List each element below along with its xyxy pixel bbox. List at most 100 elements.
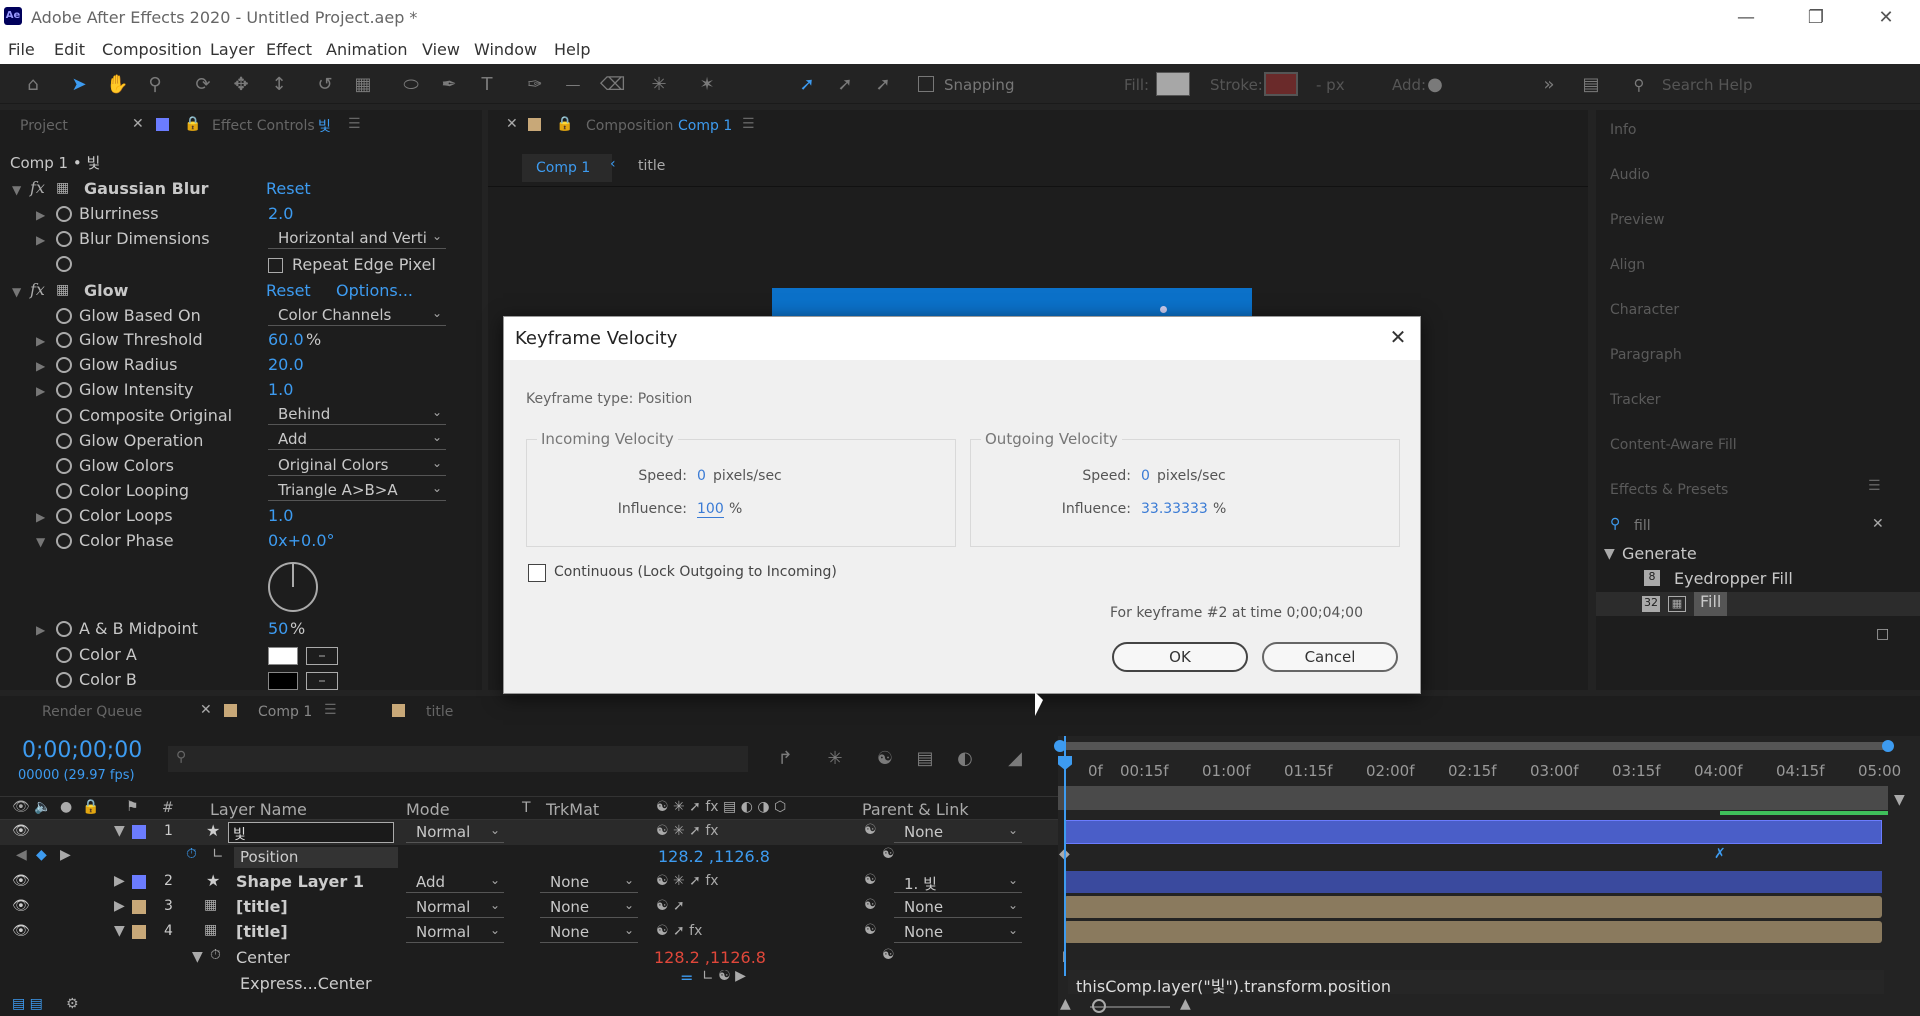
layer-switches-icon[interactable]: ☯ ✳ ➚ fx — [656, 823, 719, 839]
column-parent-link[interactable]: Parent & Link — [862, 800, 969, 819]
layer-switches-icon[interactable]: ☯ ➚ — [656, 898, 685, 914]
stopwatch-icon[interactable] — [56, 256, 72, 272]
value-glow-intensity[interactable]: 1.0 — [268, 380, 293, 404]
stopwatch-icon[interactable] — [56, 672, 72, 688]
layer-row-3[interactable]: 👁 ▶ 3 ▦ [title] Normal ⌄ None ⌄ ☯ ➚ ☯ None… — [0, 895, 1058, 920]
expression-pickwhip-icon[interactable]: ☯ — [882, 846, 895, 862]
layer-name-edit[interactable]: 빛 — [228, 822, 394, 843]
collapse-twirl-icon[interactable]: ▼ — [114, 923, 125, 939]
add-dropdown-icon[interactable]: ● — [1424, 74, 1446, 96]
parent-dropdown[interactable]: None ⌄ — [894, 898, 1022, 918]
dropdown-glow-based-on[interactable]: Color Channels ⌄ — [268, 306, 446, 326]
mode-dropdown[interactable]: Normal ⌄ — [406, 898, 504, 918]
stopwatch-icon[interactable]: ⏱ — [210, 947, 221, 963]
trkmat-dropdown[interactable]: None ⌄ — [540, 898, 638, 918]
center-value[interactable]: 128.2 ,1126.8 — [654, 948, 766, 967]
effects-search-input[interactable]: fill — [1634, 518, 1651, 534]
collapse-twirl-icon[interactable]: ▼ — [114, 823, 125, 839]
zoom-out-icon[interactable]: ▲ — [1060, 996, 1071, 1012]
anchor-point[interactable] — [1160, 306, 1167, 313]
tab-close-icon[interactable]: ✕ — [132, 116, 144, 132]
dropdown-composite-original[interactable]: Behind ⌄ — [268, 405, 446, 425]
cancel-button[interactable]: Cancel — [1262, 642, 1398, 672]
panel-preview[interactable]: Preview — [1596, 200, 1906, 244]
frame-blending-icon[interactable]: ▤ — [914, 748, 936, 770]
stopwatch-icon[interactable] — [56, 206, 72, 222]
layer-label-color[interactable] — [132, 825, 146, 839]
layer-name[interactable]: Shape Layer 1 — [236, 872, 364, 891]
new-folder-icon[interactable]: □ — [1876, 626, 1889, 642]
stopwatch-icon[interactable] — [56, 533, 72, 549]
current-timecode[interactable]: 0;00;00;00 — [22, 738, 142, 763]
mode-dropdown[interactable]: Normal ⌄ — [406, 823, 504, 843]
expand-twirl-icon[interactable]: ▶ — [36, 359, 45, 373]
add-keyframe-icon[interactable]: ◆ — [36, 847, 47, 863]
lock-icon[interactable]: 🔒 — [184, 116, 201, 132]
stopwatch-icon[interactable] — [56, 408, 72, 424]
eye-icon[interactable]: 👁 — [12, 873, 30, 889]
color-b-swatch[interactable] — [268, 672, 298, 690]
parent-dropdown[interactable]: None ⌄ — [894, 823, 1022, 843]
panel-tracker[interactable]: Tracker — [1596, 380, 1906, 424]
options-glow[interactable]: Options... — [336, 281, 413, 305]
value-color-loops[interactable]: 1.0 — [268, 506, 293, 530]
puppet-tool-icon[interactable]: ✶ — [696, 74, 718, 96]
expression-pickwhip-icon[interactable]: ☯ — [882, 947, 895, 963]
column-mode[interactable]: Mode — [406, 800, 450, 819]
snapping-checkbox[interactable] — [918, 76, 934, 92]
panel-paragraph[interactable]: Paragraph — [1596, 335, 1906, 379]
eye-icon[interactable]: 👁 — [12, 923, 30, 939]
tab-effect-controls[interactable]: Effect Controls — [212, 118, 315, 134]
outgoing-influence-value[interactable]: 33.33333 — [1141, 501, 1208, 517]
layer-label-color[interactable] — [132, 875, 146, 889]
tab-close-icon[interactable]: ✕ — [200, 702, 212, 718]
collapse-twirl-icon[interactable]: ▼ — [1604, 546, 1615, 562]
playhead-line[interactable] — [1064, 736, 1066, 976]
collapse-twirl-icon[interactable]: ▼ — [12, 285, 21, 299]
prev-keyframe-icon[interactable]: ◀ — [16, 847, 27, 863]
preset-item-eyedropper-fill[interactable]: Eyedropper Fill — [1674, 569, 1793, 593]
trkmat-dropdown[interactable]: None ⌄ — [540, 873, 638, 893]
graph-editor-icon[interactable]: ◢ — [1004, 748, 1026, 770]
close-icon[interactable]: ✕ — [1866, 4, 1906, 32]
stopwatch-icon[interactable] — [56, 382, 72, 398]
restore-icon[interactable]: ❐ — [1796, 4, 1836, 32]
stopwatch-icon[interactable] — [56, 621, 72, 637]
pickwhip-icon[interactable]: ☯ — [864, 822, 877, 838]
panel-menu-icon[interactable]: ☰ — [742, 116, 755, 132]
value-glow-radius[interactable]: 20.0 — [268, 355, 304, 379]
work-area-bar[interactable] — [1058, 742, 1888, 750]
zoom-tool-icon[interactable]: ⚲ — [144, 74, 166, 96]
tab-render-queue[interactable]: Render Queue — [42, 704, 142, 720]
tab-comp1[interactable]: Comp 1 — [258, 704, 312, 720]
layer-search-input[interactable]: ⚲ — [168, 746, 748, 772]
continuous-checkbox[interactable] — [528, 564, 546, 582]
collapse-twirl-icon[interactable]: ▼ — [36, 535, 45, 549]
workspace-icon[interactable]: ▤ — [1580, 74, 1602, 96]
collapse-twirl-icon[interactable]: ▼ — [192, 949, 203, 965]
panel-effects-presets[interactable]: Effects & Presets — [1596, 470, 1906, 514]
tab-close-icon[interactable]: ✕ — [506, 116, 518, 132]
layer-bar-4[interactable] — [1064, 921, 1882, 943]
dropdown-glow-operation[interactable]: Add ⌄ — [268, 430, 446, 450]
local-axis-icon[interactable]: ➚ — [796, 74, 818, 96]
tab-composition[interactable]: Comp 1 — [678, 118, 732, 134]
preset-item-fill[interactable]: Fill — [1694, 592, 1728, 616]
expand-twirl-icon[interactable]: ▶ — [36, 208, 45, 222]
menu-effect[interactable]: Effect — [266, 40, 312, 59]
world-axis-icon[interactable]: ➚ — [834, 74, 856, 96]
stopwatch-icon[interactable] — [56, 458, 72, 474]
ellipse-tool-icon[interactable]: ⬭ — [400, 74, 422, 96]
panel-audio[interactable]: Audio — [1596, 155, 1906, 199]
parent-dropdown[interactable]: 1. 빛 ⌄ — [894, 873, 1022, 893]
eraser-tool-icon[interactable]: ⌫ — [600, 74, 625, 96]
stopwatch-icon[interactable] — [56, 508, 72, 524]
tab-project[interactable]: Project — [20, 118, 68, 134]
lock-icon[interactable]: 🔒 — [556, 116, 573, 132]
panel-menu-icon[interactable]: ☰ — [324, 702, 337, 718]
stopwatch-icon[interactable] — [56, 308, 72, 324]
expand-twirl-icon[interactable]: ▶ — [36, 510, 45, 524]
menu-view[interactable]: View — [422, 40, 460, 59]
pan-tool-icon[interactable]: ✥ — [230, 74, 252, 96]
view-axis-icon[interactable]: ➚ — [872, 74, 894, 96]
